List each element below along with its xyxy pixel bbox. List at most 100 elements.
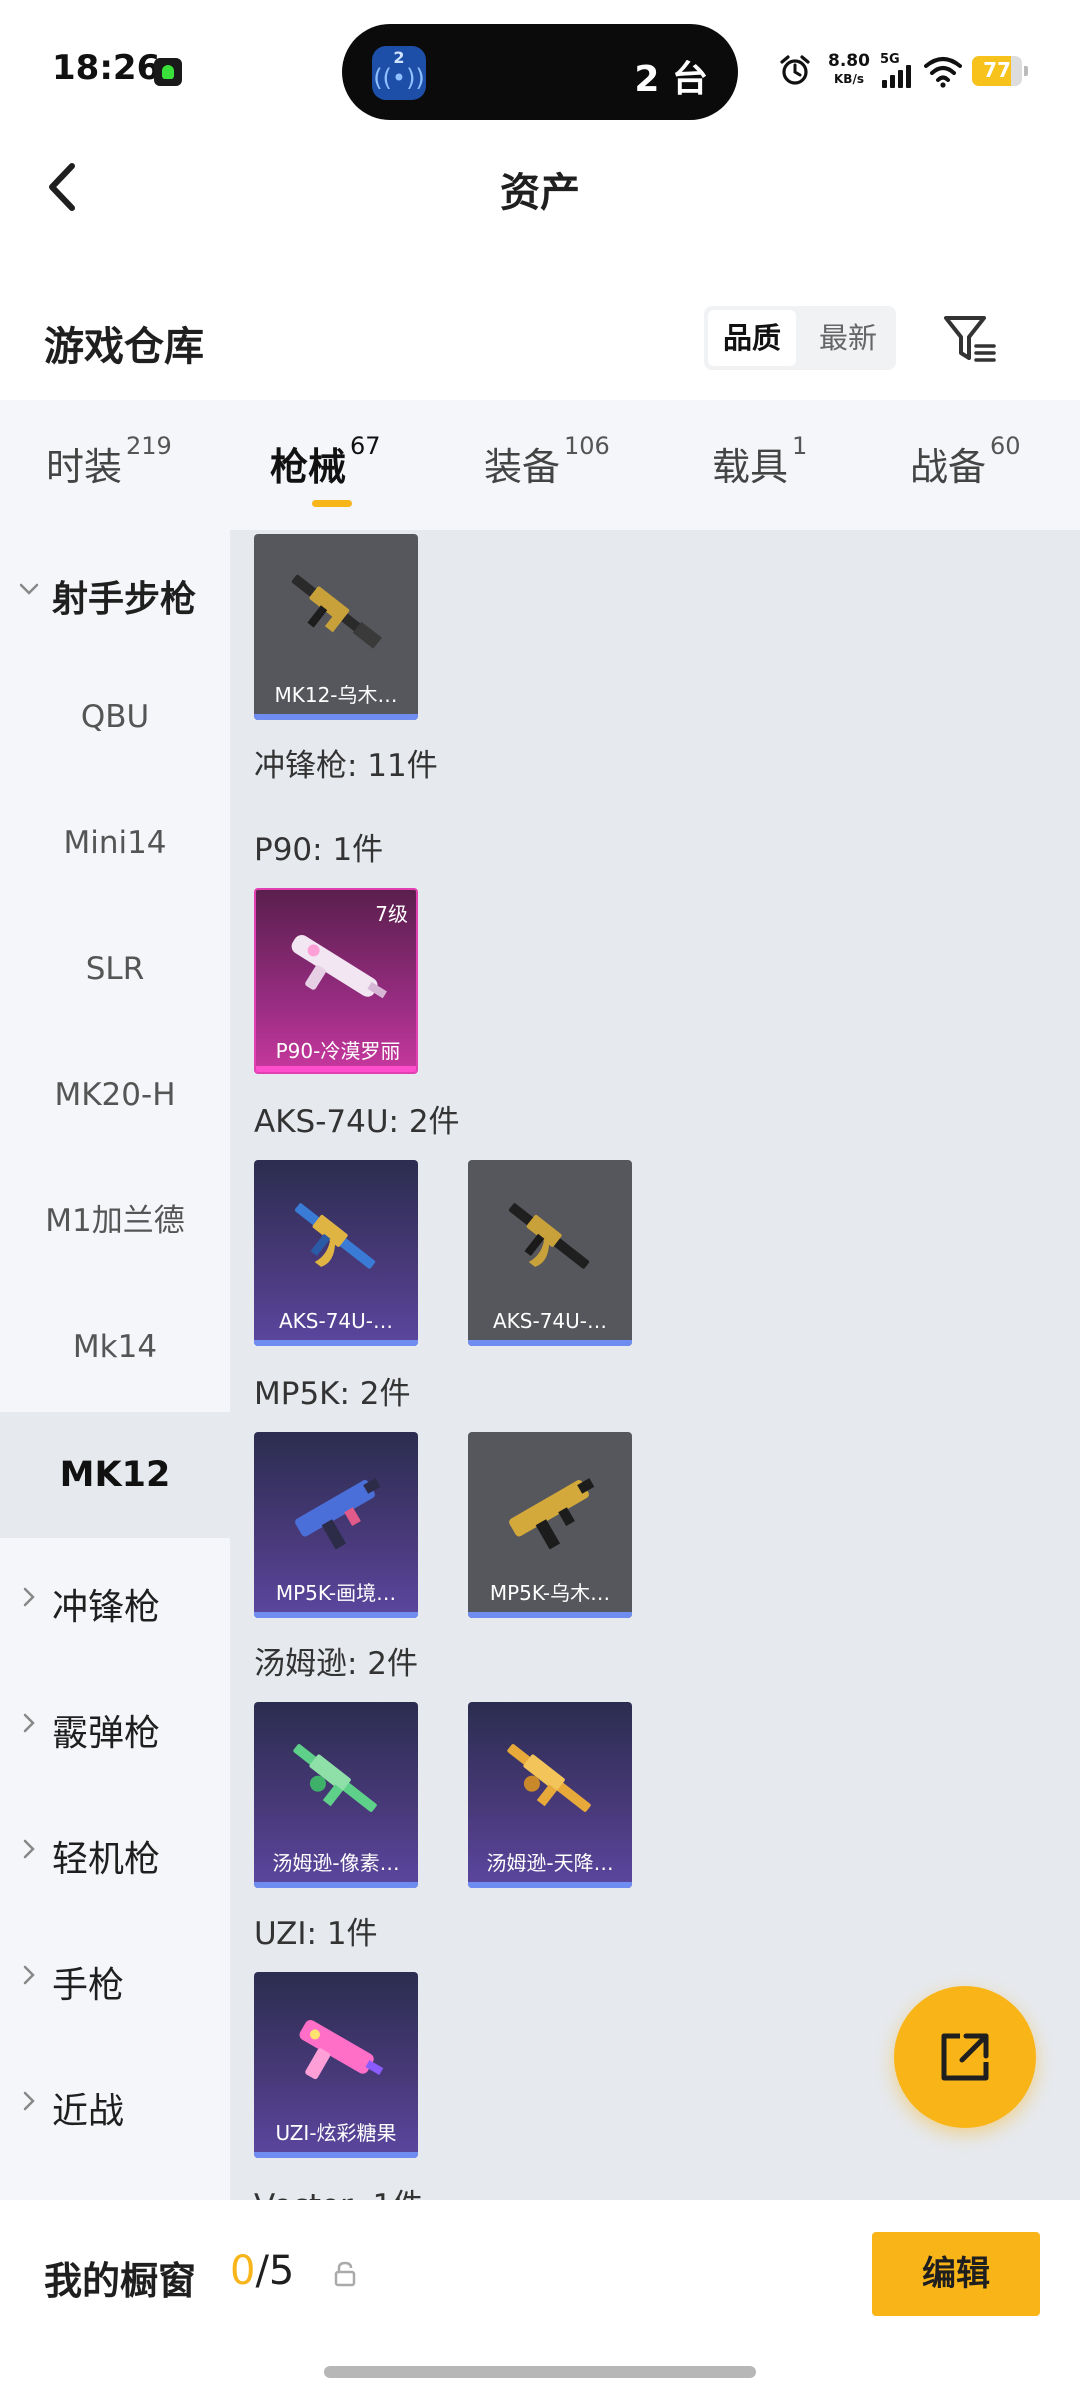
rifle-icon	[508, 1203, 590, 1269]
sidebar-group-label: 手枪	[52, 1965, 125, 2006]
wifi-icon	[924, 57, 962, 88]
home-indicator[interactable]	[324, 2366, 756, 2378]
sidebar-group-label: 近战	[52, 2091, 125, 2132]
sidebar-group-label: 射手步枪	[52, 579, 197, 620]
item-level: 7级	[375, 902, 408, 926]
sidebar-group-label: 霰弹枪	[52, 1713, 161, 1754]
sidebar-item-qbu[interactable]: QBU	[0, 654, 230, 780]
filter-button[interactable]	[940, 310, 1000, 370]
sidebar-item-mk20h[interactable]: MK20-H	[0, 1032, 230, 1158]
net-speed: 8.80 KB/s	[826, 52, 872, 88]
item-name: P90-冷漠罗丽	[275, 1039, 401, 1063]
battery-indicator: 77	[972, 56, 1028, 86]
sidebar-group-melee[interactable]: 近战	[0, 2042, 230, 2168]
item-card[interactable]: UZI-炫彩糖果	[254, 1972, 418, 2158]
cellular-signal-icon	[882, 64, 912, 88]
rarity-bar	[254, 1340, 418, 1346]
showcase-title: 我的橱窗	[44, 2259, 197, 2303]
status-indicators: 8.80 KB/s 5G 77	[776, 50, 1036, 94]
category-heading-aks74u: AKS-74U: 2件	[254, 1104, 460, 1140]
sidebar-group-smg[interactable]: 冲锋枪	[0, 1538, 230, 1664]
item-card[interactable]: MK12-乌木…	[254, 534, 418, 720]
category-heading-mp5k: MP5K: 2件	[254, 1376, 411, 1412]
tab-vehicles[interactable]: 载具 1	[712, 432, 807, 506]
battery-percent: 77	[983, 58, 1011, 82]
tab-battle-gear[interactable]: 战备 60	[910, 432, 1021, 506]
tab-label: 枪械	[270, 445, 347, 489]
sidebar-item-mini14[interactable]: Mini14	[0, 780, 230, 906]
item-name: 汤姆逊-天降…	[486, 1851, 614, 1875]
chevron-right-icon	[23, 1587, 35, 1607]
item-name: UZI-炫彩糖果	[275, 2121, 397, 2145]
sidebar-item-slr[interactable]: SLR	[0, 906, 230, 1032]
rarity-bar	[468, 1882, 632, 1888]
item-card[interactable]: 汤姆逊-天降…	[468, 1702, 632, 1888]
item-card[interactable]: MP5K-画境…	[254, 1432, 418, 1618]
share-external-icon	[941, 2033, 989, 2081]
rarity-bar	[254, 1882, 418, 1888]
sort-newest-button[interactable]: 最新	[804, 310, 892, 366]
sidebar-item-mk12[interactable]: MK12	[0, 1412, 230, 1538]
rarity-bar	[254, 1612, 418, 1618]
tab-guns[interactable]: 枪械 67	[270, 432, 381, 507]
tab-count: 1	[792, 432, 808, 460]
smg-icon	[509, 1478, 595, 1550]
status-time: 18:26	[52, 48, 161, 88]
tab-label: 时装	[46, 445, 123, 489]
dynamic-island[interactable]: 2 ((•)) 2 台	[342, 24, 738, 120]
sidebar-group-label: 轻机枪	[52, 1839, 161, 1880]
category-heading-uzi: UZI: 1件	[254, 1916, 378, 1952]
category-tabs: 时装 219 枪械 67 装备 106 载具 1 战备 60	[0, 400, 1080, 530]
category-summary: 冲锋枪: 11件	[254, 748, 438, 784]
tab-count: 67	[350, 432, 381, 460]
broadcast-waves: ((•))	[373, 64, 425, 92]
item-name: MP5K-画境…	[275, 1581, 397, 1605]
alarm-clock-icon	[780, 55, 810, 85]
island-text: 2 台	[634, 59, 708, 100]
tab-count: 219	[126, 432, 172, 460]
smg-icon	[299, 2020, 384, 2080]
net-speed-value: 8.80	[828, 51, 870, 71]
smg-icon	[293, 1744, 377, 1812]
device-connect-icon: 2 ((•))	[372, 46, 426, 100]
sidebar-group-shotgun[interactable]: 霰弹枪	[0, 1664, 230, 1790]
share-button[interactable]	[894, 1986, 1036, 2128]
smg-icon	[295, 1478, 381, 1550]
item-name: AKS-74U-…	[278, 1309, 393, 1333]
edit-button[interactable]: 编辑	[872, 2232, 1040, 2316]
item-card[interactable]: 汤姆逊-像素…	[254, 1702, 418, 1888]
showcase-count-current: 0	[230, 2248, 256, 2294]
tab-label: 装备	[484, 445, 561, 489]
item-card[interactable]: AKS-74U-…	[468, 1160, 632, 1346]
item-name: 汤姆逊-像素…	[272, 1851, 400, 1875]
sidebar-group-marksman-rifles[interactable]: 射手步枪	[0, 530, 230, 656]
sort-quality-button[interactable]: 品质	[708, 310, 796, 366]
battery-body: 77	[972, 56, 1022, 86]
rarity-bar	[256, 1066, 416, 1072]
sidebar-group-pistol[interactable]: 手枪	[0, 1916, 230, 2042]
showcase-bar: 我的橱窗 0/5 编辑	[0, 2200, 1080, 2400]
item-card[interactable]: MP5K-乌木…	[468, 1432, 632, 1618]
item-card[interactable]: 7级 P90-冷漠罗丽	[254, 888, 418, 1074]
showcase-count-total: /5	[255, 2248, 295, 2294]
nav-header: 资产	[0, 130, 1080, 250]
rarity-bar	[254, 2152, 418, 2158]
warehouse-header: 游戏仓库 品质 最新	[0, 290, 1080, 390]
sidebar-group-lmg[interactable]: 轻机枪	[0, 1790, 230, 1916]
tab-fashion[interactable]: 时装 219	[46, 432, 172, 506]
item-card[interactable]: AKS-74U-…	[254, 1160, 418, 1346]
notification-app-icon	[154, 58, 182, 86]
sidebar-item-m1-garand[interactable]: M1加兰德	[0, 1158, 230, 1284]
battery-cap	[1024, 66, 1028, 76]
smg-icon	[507, 1744, 591, 1812]
tab-equipment[interactable]: 装备 106	[484, 432, 610, 506]
category-heading-p90: P90: 1件	[254, 832, 384, 868]
chevron-right-icon	[23, 2091, 35, 2111]
status-bar: 18:26 2 ((•)) 2 台 8.80 KB/s 5G 77	[0, 0, 1080, 130]
chevron-right-icon	[23, 1713, 35, 1733]
rarity-bar	[468, 1340, 632, 1346]
sidebar-item-mk14[interactable]: Mk14	[0, 1284, 230, 1410]
page-title: 资产	[500, 170, 580, 216]
category-heading-thompson: 汤姆逊: 2件	[254, 1646, 419, 1682]
lock-icon	[334, 2261, 356, 2287]
